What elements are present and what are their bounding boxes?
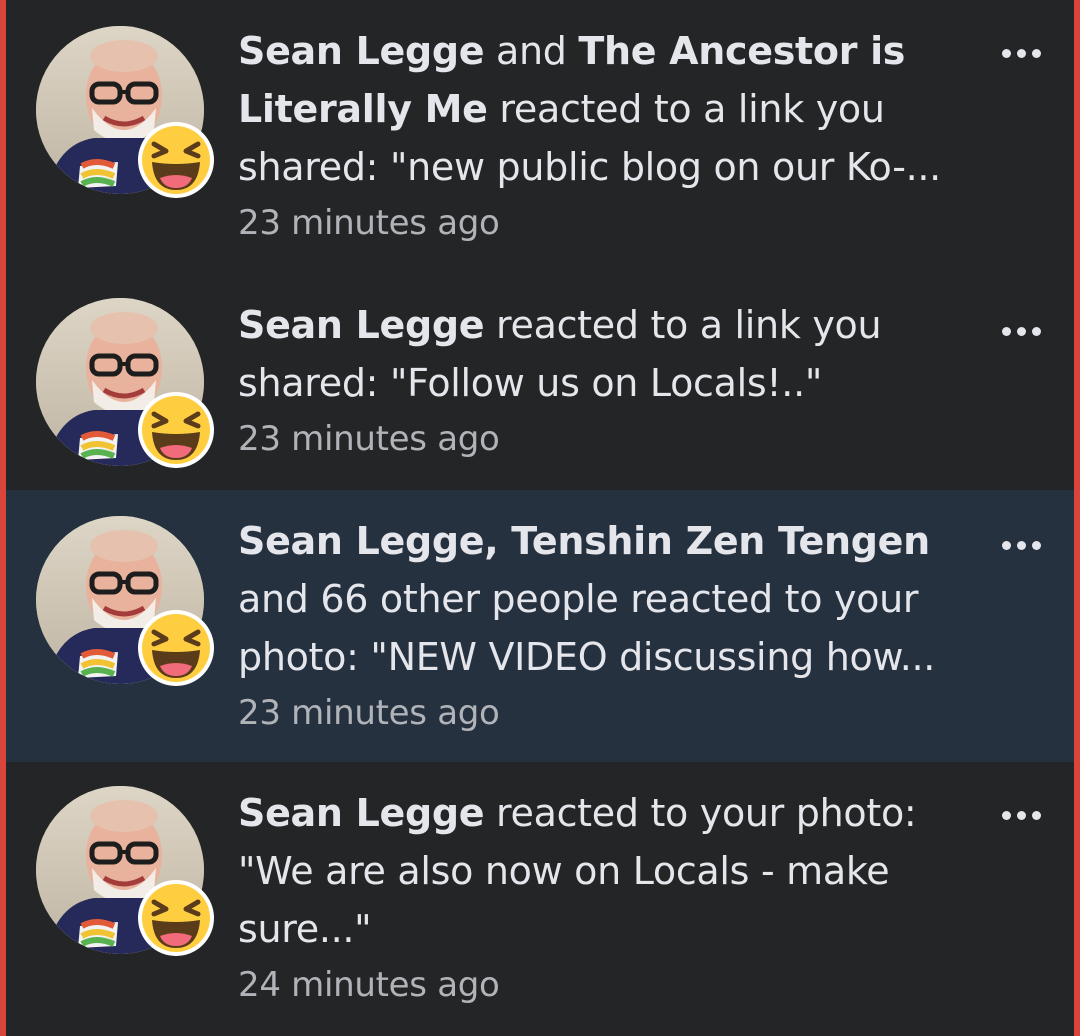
- timestamp: 23 minutes ago: [238, 693, 500, 733]
- notification-text: Sean Legge, Tenshin Zen Tengen and 66 ot…: [238, 512, 968, 740]
- more-horizontal-icon[interactable]: [1000, 322, 1044, 342]
- notification-text: Sean Legge reacted to a link you shared:…: [238, 296, 968, 466]
- actor-name[interactable]: Sean Legge: [238, 303, 485, 347]
- action-text: and 66 other people reacted to your phot…: [238, 577, 936, 679]
- notification-screen: Sean Legge and The Ancestor is Literally…: [0, 0, 1080, 1036]
- actor-name[interactable]: Sean Legge: [238, 791, 485, 835]
- timestamp: 23 minutes ago: [238, 203, 500, 243]
- more-horizontal-icon[interactable]: [1000, 44, 1044, 64]
- laughing-emoji-icon: [136, 120, 216, 200]
- notification-item[interactable]: Sean Legge reacted to your photo: "We ar…: [6, 762, 1074, 1036]
- notification-text: Sean Legge and The Ancestor is Literally…: [238, 22, 968, 250]
- laughing-emoji-icon: [136, 608, 216, 688]
- notification-list: Sean Legge and The Ancestor is Literally…: [6, 0, 1074, 1036]
- timestamp: 24 minutes ago: [238, 965, 500, 1005]
- timestamp: 23 minutes ago: [238, 419, 500, 459]
- notification-item[interactable]: Sean Legge, Tenshin Zen Tengen and 66 ot…: [6, 490, 1074, 762]
- actor-name[interactable]: Sean Legge, Tenshin Zen Tengen: [238, 519, 930, 563]
- actor-name[interactable]: Sean Legge: [238, 29, 485, 73]
- connector-text: and: [484, 29, 579, 73]
- notification-text: Sean Legge reacted to your photo: "We ar…: [238, 784, 968, 1012]
- laughing-emoji-icon: [136, 878, 216, 958]
- laughing-emoji-icon: [136, 390, 216, 470]
- notification-item[interactable]: Sean Legge reacted to a link you shared:…: [6, 272, 1074, 490]
- more-horizontal-icon[interactable]: [1000, 536, 1044, 556]
- more-horizontal-icon[interactable]: [1000, 806, 1044, 826]
- notification-item[interactable]: Sean Legge and The Ancestor is Literally…: [6, 0, 1074, 272]
